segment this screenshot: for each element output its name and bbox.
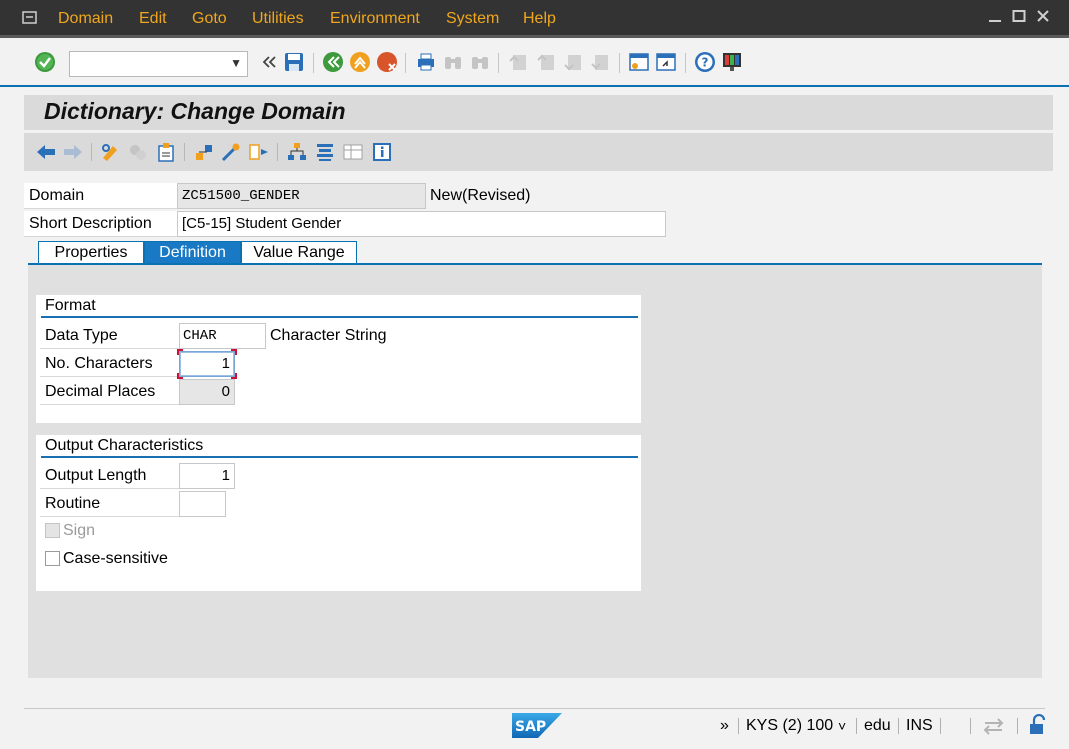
routine-input[interactable] xyxy=(179,491,226,517)
output-characteristics-group: Output Characteristics Output Length 1 R… xyxy=(36,435,641,591)
server-name: edu xyxy=(864,717,891,734)
focus-corner xyxy=(177,349,183,355)
minimize-icon[interactable] xyxy=(987,8,1003,24)
menu-environment[interactable]: Environment xyxy=(330,10,420,28)
status-bar-divider xyxy=(24,708,1045,709)
activate-icon[interactable] xyxy=(193,141,215,163)
save-icon[interactable] xyxy=(283,51,305,73)
title-bar: Dictionary: Change Domain xyxy=(24,95,1053,130)
status-separator xyxy=(898,718,899,734)
case-sensitive-checkbox[interactable] xyxy=(45,551,60,566)
tab-properties[interactable]: Properties xyxy=(38,241,144,264)
display-change-icon[interactable] xyxy=(100,141,122,163)
menu-bar: Domain Edit Goto Utilities Environment S… xyxy=(0,0,1069,38)
exit-icon[interactable] xyxy=(349,51,371,73)
application-toolbar xyxy=(24,133,1053,171)
close-icon[interactable] xyxy=(1035,8,1051,24)
enter-icon[interactable] xyxy=(34,51,56,73)
object-list-icon[interactable] xyxy=(248,141,270,163)
menu-help[interactable]: Help xyxy=(523,10,556,28)
data-type-input[interactable]: CHAR xyxy=(179,323,266,349)
where-used-icon[interactable] xyxy=(220,141,242,163)
short-description-input[interactable]: [C5-15] Student Gender xyxy=(177,211,666,237)
menu-utilities[interactable]: Utilities xyxy=(252,10,304,28)
routine-label: Routine xyxy=(40,491,179,517)
focus-corner xyxy=(231,349,237,355)
find-next-icon xyxy=(472,57,488,69)
cancel-icon[interactable] xyxy=(376,51,398,73)
data-type-label: Data Type xyxy=(40,323,179,349)
maximize-icon[interactable] xyxy=(1011,8,1027,24)
menu-domain[interactable]: Domain xyxy=(58,10,113,28)
command-input[interactable] xyxy=(70,52,220,76)
transfer-icon xyxy=(983,718,1004,735)
output-length-label: Output Length xyxy=(40,463,179,489)
forward-arrow-icon[interactable] xyxy=(62,141,84,163)
print-icon[interactable] xyxy=(415,51,437,73)
domain-label: Domain xyxy=(24,183,177,209)
svg-text:?: ? xyxy=(702,56,709,70)
display-table-icon xyxy=(343,144,363,160)
create-session-icon[interactable] xyxy=(628,51,650,73)
no-characters-label: No. Characters xyxy=(40,351,179,377)
find-icon xyxy=(445,57,461,69)
last-page-icon xyxy=(591,55,608,70)
sign-label: Sign xyxy=(63,522,96,539)
menu-edit[interactable]: Edit xyxy=(139,10,167,28)
format-group: Format Data Type CHAR Character String N… xyxy=(36,295,641,423)
command-field[interactable]: ▼ xyxy=(69,51,248,77)
no-characters-input[interactable]: 1 xyxy=(179,351,235,377)
output-group-rule xyxy=(41,456,638,458)
sign-checkbox xyxy=(45,523,60,538)
svg-text:SAP: SAP xyxy=(515,719,546,735)
format-group-title: Format xyxy=(45,297,96,314)
tab-definition[interactable]: Definition xyxy=(144,241,241,264)
data-type-description: Character String xyxy=(270,327,387,344)
menu-goto[interactable]: Goto xyxy=(192,10,227,28)
next-page-icon xyxy=(564,55,581,71)
documentation-icon[interactable] xyxy=(314,141,336,163)
short-description-label: Short Description xyxy=(24,211,177,237)
output-length-input[interactable]: 1 xyxy=(179,463,235,489)
other-object-icon xyxy=(130,145,146,160)
check-icon[interactable] xyxy=(155,141,177,163)
customize-layout-icon[interactable] xyxy=(721,51,743,73)
output-group-title: Output Characteristics xyxy=(45,437,204,454)
status-separator xyxy=(1017,718,1018,734)
info-icon[interactable] xyxy=(371,141,393,163)
decimal-places-label: Decimal Places xyxy=(40,379,179,405)
domain-status: New(Revised) xyxy=(430,187,531,204)
decimal-places-input: 0 xyxy=(179,379,235,405)
status-separator xyxy=(856,718,857,734)
hierarchy-icon[interactable] xyxy=(286,141,308,163)
status-separator xyxy=(738,718,739,734)
back-green-icon[interactable] xyxy=(322,51,344,73)
chevron-down-icon[interactable]: ▼ xyxy=(230,56,242,70)
lock-icon[interactable] xyxy=(1027,714,1049,736)
shortcut-icon[interactable] xyxy=(655,51,677,73)
page-title: Dictionary: Change Domain xyxy=(44,98,346,124)
domain-field: ZC51500_GENDER xyxy=(177,183,426,209)
standard-toolbar: ▼ ? xyxy=(0,41,1069,87)
menu-system[interactable]: System xyxy=(446,10,499,28)
previous-page-icon xyxy=(537,54,554,70)
collapse-icon[interactable] xyxy=(258,51,280,73)
definition-panel: Format Data Type CHAR Character String N… xyxy=(28,265,1042,678)
first-page-icon xyxy=(509,55,526,70)
system-info: KYS (2) 100 xyxy=(746,717,834,734)
insert-mode: INS xyxy=(906,717,933,734)
system-menu-icon[interactable] xyxy=(22,10,38,26)
back-arrow-icon[interactable] xyxy=(35,141,57,163)
format-group-rule xyxy=(41,316,638,318)
tab-value-range[interactable]: Value Range xyxy=(241,241,357,264)
case-sensitive-label: Case-sensitive xyxy=(63,550,168,567)
help-icon[interactable]: ? xyxy=(694,51,716,73)
status-separator xyxy=(940,718,941,734)
more-status-button[interactable]: » xyxy=(720,716,729,736)
status-separator xyxy=(970,718,971,734)
chevron-down-icon[interactable]: ˅ xyxy=(838,716,846,736)
sap-logo: SAP xyxy=(512,713,562,738)
